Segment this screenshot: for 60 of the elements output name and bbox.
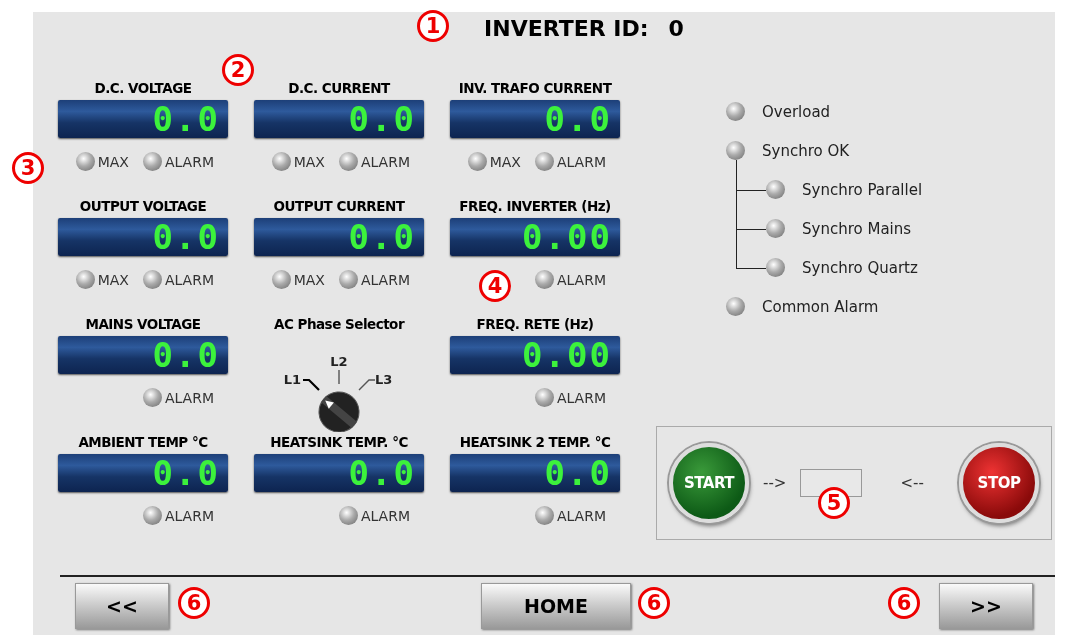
meter-label: D.C. VOLTAGE [94,80,192,98]
digital-display: 0.0 [254,218,424,256]
digital-display: 0.0 [254,100,424,138]
digital-display: 0.0 [254,454,424,492]
home-button[interactable]: HOME [481,583,631,629]
status-label: Overload [762,102,831,121]
nav-button[interactable]: << [75,583,169,629]
selector-label: AC Phase Selector [273,316,405,334]
digital-display: 0.0 [58,218,228,256]
position-label: L2 [330,354,348,369]
position-label: L3 [375,372,393,387]
inverter-id-value: 0 [668,15,684,41]
meter-label: AMBIENT TEMP °C [78,434,208,452]
digital-display: 0.0 [58,454,228,492]
lamp-label: ALARM [164,507,214,524]
status-label: Synchro OK [762,141,850,160]
digital-display: 0.00 [450,218,620,256]
callout-marker: 3 [12,152,44,184]
meter-label: FREQ. INVERTER (Hz) [459,198,611,216]
lamp-label: MAX [97,271,129,288]
lamp-label: ALARM [360,507,410,524]
digital-display: 0.0 [450,100,620,138]
lamp-label: ALARM [164,271,214,288]
start-button[interactable]: START [669,443,749,523]
digital-display: 0.00 [450,336,620,374]
lamp-label: ALARM [556,389,606,406]
lamp-label: ALARM [556,271,606,288]
lamp-label: ALARM [556,507,606,524]
status-label: Common Alarm [762,297,879,316]
status-label: Synchro Parallel [802,180,923,199]
meter-label: MAINS VOLTAGE [85,316,201,334]
digital-display: 0.0 [58,100,228,138]
lamp-label: MAX [293,271,325,288]
lamp-label: ALARM [164,153,214,170]
rotary-selector[interactable]: L1 L2 L3 [269,336,409,432]
meter-label: D.C. CURRENT [288,80,390,98]
status-label: Synchro Quartz [802,258,918,277]
inverter-id-label: INVERTER ID: [484,15,649,41]
lamp-label: ALARM [164,389,214,406]
position-label: L1 [283,372,301,387]
selector-knob[interactable] [318,391,360,432]
meter-label: INV. TRAFO CURRENT [458,80,612,98]
lamp-label: ALARM [360,271,410,288]
lamp-label: MAX [489,153,521,170]
meter-label: OUTPUT VOLTAGE [79,198,207,216]
nav-button[interactable]: >> [939,583,1033,629]
meter-label: OUTPUT CURRENT [273,198,405,216]
digital-display: 0.0 [58,336,228,374]
meter-label: HEATSINK 2 TEMP. °C [459,434,611,452]
status-label: Synchro Mains [802,219,912,238]
digital-display: 0.0 [450,454,620,492]
lamp-label: MAX [293,153,325,170]
lamp-label: ALARM [556,153,606,170]
meter-label: FREQ. RETE (Hz) [476,316,594,334]
arrow-text: --> [763,474,787,492]
lamp-label: MAX [97,153,129,170]
stop-button[interactable]: STOP [959,443,1039,523]
arrow-text: <-- [900,474,924,492]
meter-label: HEATSINK TEMP. °C [270,434,408,452]
lamp-label: ALARM [360,153,410,170]
